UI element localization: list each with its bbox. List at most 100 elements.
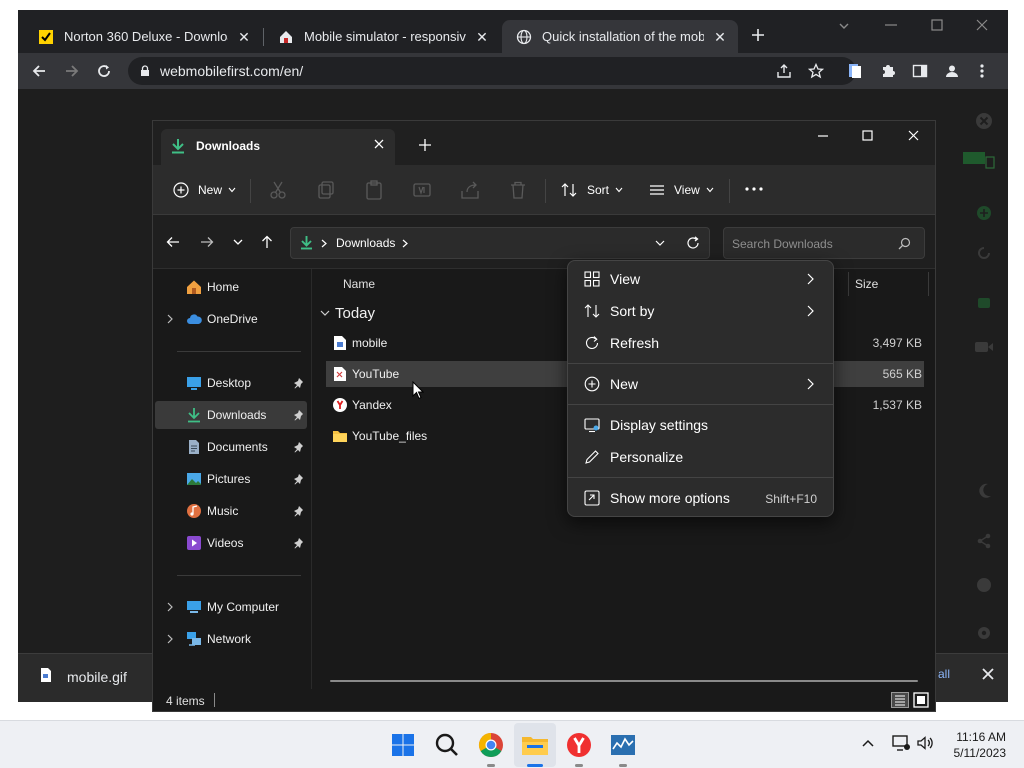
screenshot-icon[interactable] [976, 295, 992, 311]
moon-icon[interactable] [978, 483, 992, 499]
sidebar-item-documents[interactable]: Documents [155, 433, 307, 461]
minimize-icon[interactable] [885, 24, 897, 28]
chrome-icon[interactable] [475, 729, 507, 761]
sidebar-item-pictures[interactable]: Pictures [155, 465, 307, 493]
more-vertical-icon[interactable] [979, 63, 985, 79]
group-header-today[interactable]: Today [335, 305, 375, 322]
sort-button[interactable]: Sort [561, 177, 623, 203]
pin-icon[interactable] [293, 441, 305, 453]
close-tab-icon[interactable] [374, 139, 384, 149]
menu-item-display-settings[interactable]: Display settings [572, 410, 829, 440]
delete-icon[interactable] [507, 179, 529, 201]
browser-tab-mobile-simulator[interactable]: Mobile simulator - responsive te ✕ [264, 20, 500, 53]
show-all-link[interactable]: all [938, 667, 950, 681]
volume-icon[interactable] [916, 735, 934, 751]
share-icon[interactable] [776, 63, 792, 79]
close-window-icon[interactable] [908, 130, 919, 141]
network-status-icon[interactable] [892, 735, 910, 751]
maximize-icon[interactable] [931, 19, 943, 31]
column-divider[interactable] [928, 272, 929, 296]
chevron-right-icon[interactable] [165, 602, 175, 612]
sidebar-item-downloads[interactable]: Downloads [155, 401, 307, 429]
menu-item-refresh[interactable]: Refresh [572, 328, 829, 358]
explorer-tab-downloads[interactable]: Downloads [161, 129, 395, 165]
rename-icon[interactable] [411, 179, 433, 201]
rotate-icon[interactable] [976, 245, 992, 261]
close-icon[interactable] [982, 668, 994, 680]
back-arrow-icon[interactable] [31, 63, 47, 79]
more-options-icon[interactable] [745, 187, 763, 191]
address-bar[interactable]: Downloads [290, 227, 710, 259]
help-icon[interactable] [976, 577, 992, 593]
menu-item-view[interactable]: View [572, 264, 829, 294]
sidebar-item-desktop[interactable]: Desktop [155, 369, 307, 397]
details-view-icon[interactable] [891, 692, 909, 708]
up-arrow-icon[interactable] [261, 235, 273, 249]
chevron-down-icon[interactable] [320, 310, 330, 317]
video-icon[interactable] [974, 341, 994, 353]
extensions-puzzle-icon[interactable] [880, 63, 896, 79]
address-bar[interactable]: webmobilefirst.com/en/ [128, 57, 856, 85]
column-divider[interactable] [848, 272, 849, 296]
windows-start-icon[interactable] [387, 729, 419, 761]
column-header-size[interactable]: Size [855, 277, 878, 291]
sidebar-item-home[interactable]: Home [155, 273, 307, 301]
settings-gear-icon[interactable] [976, 625, 992, 641]
forward-arrow-icon[interactable] [200, 236, 214, 248]
menu-item-personalize[interactable]: Personalize [572, 442, 829, 472]
download-item-name[interactable]: mobile.gif [67, 669, 127, 685]
sidebar-item-onedrive[interactable]: OneDrive [155, 305, 307, 333]
pin-icon[interactable] [293, 537, 305, 549]
horizontal-scrollbar[interactable] [330, 680, 918, 682]
new-button[interactable]: New [173, 177, 236, 203]
sidebar-item-my-computer[interactable]: My Computer [155, 593, 307, 621]
device-icon[interactable] [962, 151, 996, 169]
menu-item-sort-by[interactable]: Sort by [572, 296, 829, 326]
forward-arrow-icon[interactable] [64, 63, 80, 79]
minimize-icon[interactable] [817, 135, 829, 139]
close-tab-icon[interactable]: ✕ [712, 29, 728, 45]
close-tab-icon[interactable]: ✕ [236, 29, 252, 45]
pin-icon[interactable] [293, 377, 305, 389]
share-icon[interactable] [459, 179, 481, 201]
copy-icon[interactable] [315, 179, 337, 201]
close-circle-icon[interactable] [975, 112, 993, 130]
sidebar-item-videos[interactable]: Videos [155, 529, 307, 557]
sidebar-item-network[interactable]: Network [155, 625, 307, 653]
reload-icon[interactable] [96, 63, 112, 79]
browser-tab-quick-installation[interactable]: Quick installation of the mobile ✕ [502, 20, 738, 53]
tiles-view-icon[interactable] [913, 692, 929, 708]
chevron-right-icon[interactable] [165, 314, 175, 324]
paste-icon[interactable] [363, 179, 385, 201]
breadcrumb-downloads[interactable]: Downloads [336, 236, 395, 250]
menu-item-show-more-options[interactable]: Show more options Shift+F10 [572, 483, 829, 513]
column-header-name[interactable]: Name [343, 277, 375, 291]
add-circle-icon[interactable] [976, 205, 992, 221]
side-panel-icon[interactable] [912, 63, 928, 79]
view-button[interactable]: View [649, 177, 714, 203]
pin-icon[interactable] [293, 505, 305, 517]
sidebar-item-music[interactable]: Music [155, 497, 307, 525]
close-window-icon[interactable] [976, 19, 988, 31]
pin-icon[interactable] [293, 473, 305, 485]
refresh-icon[interactable] [686, 236, 700, 250]
resource-monitor-icon[interactable] [607, 729, 639, 761]
maximize-icon[interactable] [862, 130, 873, 141]
chevron-right-icon[interactable] [402, 239, 408, 248]
yandex-browser-icon[interactable] [563, 729, 595, 761]
chevron-down-icon[interactable] [838, 20, 850, 32]
pin-icon[interactable] [293, 409, 305, 421]
chevron-down-icon[interactable] [655, 240, 665, 247]
new-tab-icon[interactable] [419, 139, 431, 151]
search-icon[interactable] [431, 729, 463, 761]
system-clock[interactable]: 11:16 AM 5/11/2023 [954, 729, 1007, 761]
extension-notes-icon[interactable] [848, 63, 862, 79]
chevron-right-icon[interactable] [165, 634, 175, 644]
profile-icon[interactable] [944, 63, 960, 79]
menu-item-new[interactable]: New [572, 369, 829, 399]
chevron-up-icon[interactable] [862, 739, 874, 747]
star-icon[interactable] [808, 63, 824, 79]
browser-tab-norton[interactable]: Norton 360 Deluxe - Download ✕ [24, 20, 262, 53]
recent-locations-chevron-icon[interactable] [233, 239, 243, 246]
close-tab-icon[interactable]: ✕ [474, 29, 490, 45]
